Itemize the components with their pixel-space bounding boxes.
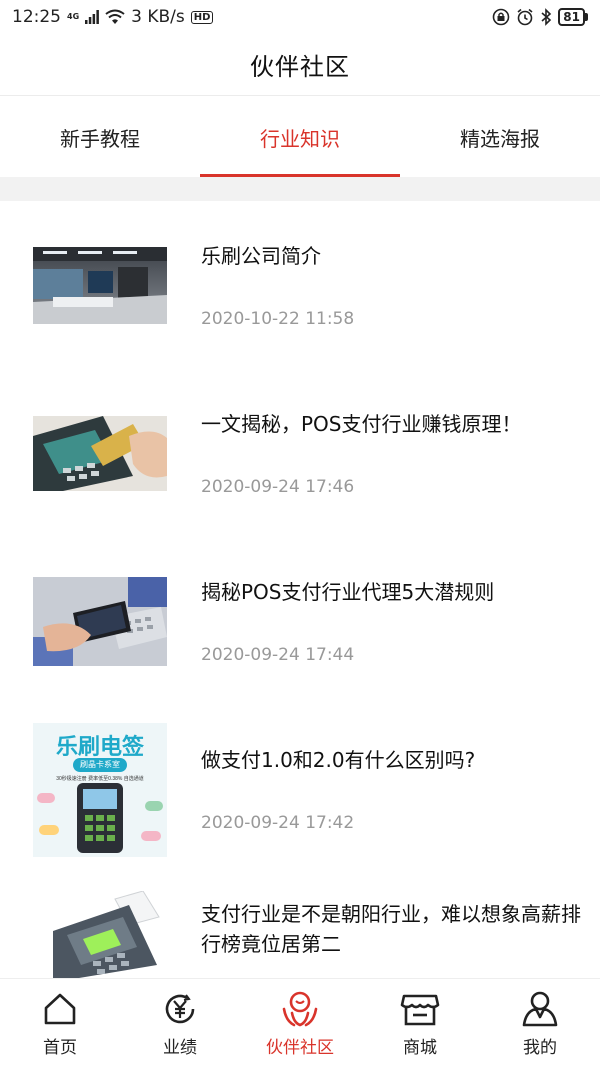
nav-label: 业绩: [163, 1038, 197, 1058]
battery-indicator: 81: [558, 8, 588, 26]
network-label: 4G: [67, 12, 80, 21]
nav-label: 我的: [523, 1038, 557, 1058]
clock: 12:25: [12, 7, 61, 27]
article-thumbnail-poster: 乐刷电签 刷晶卡系室 30秒极速注册 费率低至0.38% 自选通道: [33, 723, 167, 857]
hd-badge: HD: [190, 10, 214, 24]
article-date: 2020-10-22 11:58: [201, 309, 355, 329]
user-icon: [520, 989, 560, 1029]
nav-label: 商城: [403, 1038, 437, 1058]
page-title: 伙伴社区: [250, 53, 350, 81]
status-bar: 12:25 4G 3 KB/s HD 81: [0, 0, 600, 34]
article-thumbnail-pos-machine: [33, 891, 167, 978]
tab-beginner-tutorial[interactable]: 新手教程: [0, 97, 200, 177]
list-item[interactable]: 一文揭秘，POS支付行业赚钱原理！ 2020-09-24 17:46: [0, 389, 600, 529]
bluetooth-icon: [541, 8, 552, 26]
list-item[interactable]: 乐刷电签 刷晶卡系室 30秒极速注册 费率低至0.38% 自选通道 做支付1.0…: [0, 723, 600, 863]
battery-tip: [585, 13, 588, 21]
article-title: 支付行业是不是朝阳行业，难以想象高薪排行榜竟位居第二: [201, 902, 581, 956]
network-speed: 3 KB/s: [131, 7, 185, 27]
battery-level: 81: [558, 8, 585, 26]
nav-label: 伙伴社区: [266, 1038, 334, 1058]
poster-badge: 刷晶卡系室: [73, 758, 127, 772]
article-title: 乐刷公司简介: [201, 244, 321, 268]
tab-featured-posters[interactable]: 精选海报: [400, 97, 600, 177]
tab-bar: 新手教程 行业知识 精选海报: [0, 97, 600, 177]
article-thumbnail-phone-payment: [33, 577, 167, 666]
list-item[interactable]: 乐刷公司简介 2020-10-22 11:58: [0, 221, 600, 361]
alarm-icon: [517, 8, 533, 26]
lock-rotation-icon: [492, 8, 510, 26]
tab-label: 精选海报: [460, 126, 540, 151]
list-item[interactable]: 揭秘POS支付行业代理5大潜规则 2020-09-24 17:44: [0, 557, 600, 697]
tab-label: 行业知识: [260, 126, 340, 151]
article-date: 2020-09-24 17:46: [201, 477, 355, 497]
article-date: 2020-09-24 17:42: [201, 813, 355, 833]
community-icon: [280, 989, 320, 1029]
tab-industry-knowledge[interactable]: 行业知识: [200, 97, 400, 177]
nav-home[interactable]: 首页: [0, 979, 120, 1067]
poster-headline: 乐刷电签: [55, 734, 144, 759]
article-date: 2020-09-24 17:44: [201, 645, 355, 665]
article-title: 揭秘POS支付行业代理5大潜规则: [201, 580, 495, 604]
article-title: 一文揭秘，POS支付行业赚钱原理！: [201, 412, 522, 436]
nav-label: 首页: [43, 1038, 77, 1058]
article-thumbnail-office: [33, 247, 167, 324]
list-item[interactable]: 支付行业是不是朝阳行业，难以想象高薪排行榜竟位居第二: [0, 891, 600, 978]
article-title: 做支付1.0和2.0有什么区别吗?: [201, 748, 476, 772]
wifi-icon: [105, 9, 125, 24]
nav-shop[interactable]: 商城: [360, 979, 480, 1067]
poster-small-text: 30秒极速注册 费率低至0.38% 自选通道: [56, 776, 144, 782]
app-header: 伙伴社区: [0, 34, 600, 96]
shop-icon: [400, 989, 440, 1029]
bottom-nav: 首页 业绩 伙伴社区 商城 我的: [0, 978, 600, 1067]
home-icon: [40, 989, 80, 1029]
section-divider: [0, 177, 600, 201]
article-thumbnail-card-terminal: [33, 416, 167, 491]
nav-mine[interactable]: 我的: [480, 979, 600, 1067]
signal-icon: [85, 10, 100, 24]
yen-icon: [160, 989, 200, 1029]
article-list: 乐刷公司简介 2020-10-22 11:58 一文揭秘，POS支付行业赚钱原理…: [0, 201, 600, 978]
tab-label: 新手教程: [60, 126, 140, 151]
nav-partner-community[interactable]: 伙伴社区: [240, 979, 360, 1067]
nav-performance[interactable]: 业绩: [120, 979, 240, 1067]
